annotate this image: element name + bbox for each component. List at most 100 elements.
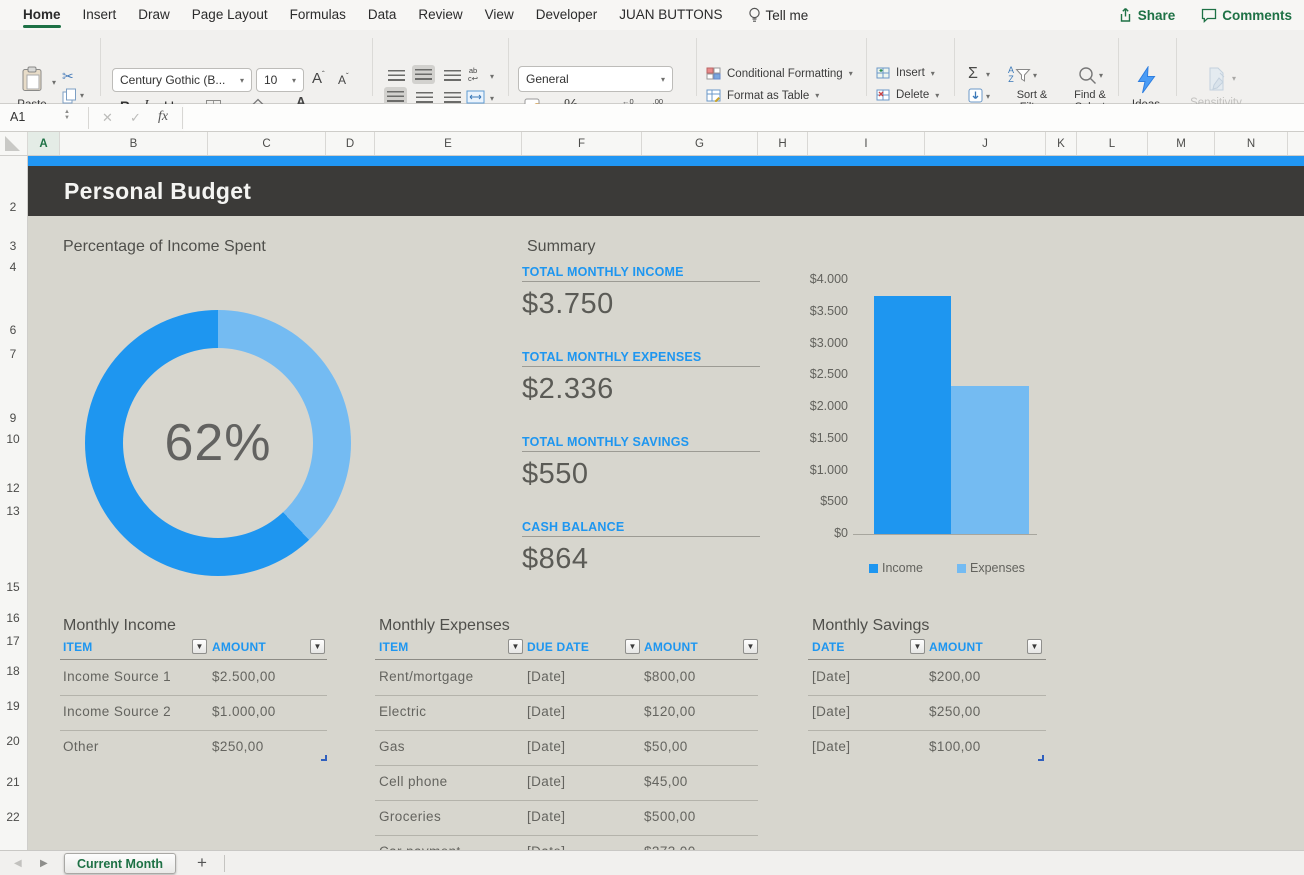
table-expenses-cell-r2c0[interactable]: Gas xyxy=(379,739,405,754)
font-size-dropdown[interactable]: 10▾ xyxy=(256,68,304,92)
column-header-g[interactable]: G xyxy=(642,132,758,155)
increase-font-button[interactable]: Aˆ xyxy=(312,70,325,87)
filter-button-expenses-2[interactable]: ▼ xyxy=(743,639,758,654)
table-savings-cell-r0c0[interactable]: [Date] xyxy=(812,669,850,684)
summary-value-0[interactable]: $3.750 xyxy=(522,288,614,321)
table-expenses-cell-r3c2[interactable]: $45,00 xyxy=(644,774,688,789)
filter-button-income-0[interactable]: ▼ xyxy=(192,639,207,654)
fx-icon[interactable]: fx xyxy=(158,109,168,125)
number-format-dropdown[interactable]: General▾ xyxy=(518,66,673,92)
row-header-15[interactable]: 15 xyxy=(0,580,26,594)
align-top-icon[interactable] xyxy=(388,70,405,81)
table-resize-handle-income[interactable] xyxy=(321,755,327,761)
column-header-f[interactable]: F xyxy=(522,132,642,155)
table-savings-cell-r0c1[interactable]: $200,00 xyxy=(929,669,981,684)
menu-tab-developer[interactable]: Developer xyxy=(525,0,609,30)
row-header-6[interactable]: 6 xyxy=(0,323,26,337)
summary-value-1[interactable]: $2.336 xyxy=(522,373,614,406)
wrap-text-chevron[interactable]: ▾ xyxy=(490,72,494,81)
sheet-tab-current-month[interactable]: Current Month xyxy=(64,853,176,874)
conditional-formatting-button[interactable]: Conditional Formatting▾ xyxy=(706,67,853,80)
prev-sheet-arrow[interactable]: ◀ xyxy=(14,858,22,869)
row-header-13[interactable]: 13 xyxy=(0,504,26,518)
table-income-cell-r1c1[interactable]: $1.000,00 xyxy=(212,704,276,719)
align-bottom-icon[interactable] xyxy=(444,70,461,81)
menu-tab-juan-buttons[interactable]: JUAN BUTTONS xyxy=(608,0,733,30)
table-expenses-cell-r4c0[interactable]: Groceries xyxy=(379,809,441,824)
table-resize-handle-savings[interactable] xyxy=(1038,755,1044,761)
table-expenses-cell-r1c2[interactable]: $120,00 xyxy=(644,704,696,719)
table-expenses-cell-r2c2[interactable]: $50,00 xyxy=(644,739,688,754)
table-expenses-cell-r3c0[interactable]: Cell phone xyxy=(379,774,448,789)
name-box[interactable]: A1 xyxy=(10,110,25,124)
table-expenses-cell-r3c1[interactable]: [Date] xyxy=(527,774,565,789)
filter-button-expenses-0[interactable]: ▼ xyxy=(508,639,523,654)
menu-tab-page-layout[interactable]: Page Layout xyxy=(181,0,279,30)
table-savings-cell-r1c1[interactable]: $250,00 xyxy=(929,704,981,719)
column-header-c[interactable]: C xyxy=(208,132,326,155)
table-income-cell-r2c0[interactable]: Other xyxy=(63,739,99,754)
row-header-19[interactable]: 19 xyxy=(0,699,26,713)
table-savings-cell-r1c0[interactable]: [Date] xyxy=(812,704,850,719)
row-header-21[interactable]: 21 xyxy=(0,775,26,789)
table-expenses-cell-r1c0[interactable]: Electric xyxy=(379,704,426,719)
menu-tab-view[interactable]: View xyxy=(474,0,525,30)
column-header-n[interactable]: N xyxy=(1215,132,1288,155)
column-header-h[interactable]: H xyxy=(758,132,808,155)
select-all-corner[interactable] xyxy=(0,132,28,155)
bar-income[interactable] xyxy=(874,296,951,534)
autosum-button[interactable]: Σ xyxy=(968,66,978,82)
table-expenses-cell-r2c1[interactable]: [Date] xyxy=(527,739,565,754)
row-header-18[interactable]: 18 xyxy=(0,664,26,678)
merge-center-chevron[interactable]: ▾ xyxy=(490,94,494,103)
summary-value-3[interactable]: $864 xyxy=(522,543,589,576)
align-center-icon[interactable] xyxy=(416,92,433,103)
row-header-3[interactable]: 3 xyxy=(0,239,26,253)
name-box-spinner[interactable]: ▲▼ xyxy=(64,109,70,121)
table-income-cell-r0c1[interactable]: $2.500,00 xyxy=(212,669,276,684)
paste-chevron[interactable]: ▾ xyxy=(52,78,56,87)
summary-value-2[interactable]: $550 xyxy=(522,458,589,491)
table-income-cell-r0c0[interactable]: Income Source 1 xyxy=(63,669,171,684)
filter-button-savings-1[interactable]: ▼ xyxy=(1027,639,1042,654)
row-header-2[interactable]: 2 xyxy=(0,200,26,214)
bar-expenses[interactable] xyxy=(951,386,1029,534)
table-income-cell-r1c0[interactable]: Income Source 2 xyxy=(63,704,171,719)
donut-chart[interactable]: 62% xyxy=(85,310,351,576)
filter-button-expenses-1[interactable]: ▼ xyxy=(625,639,640,654)
wrap-text-icon[interactable]: abc↩ xyxy=(468,67,478,83)
menu-tab-formulas[interactable]: Formulas xyxy=(279,0,357,30)
autosum-chevron[interactable]: ▾ xyxy=(986,70,990,79)
fill-down-chevron[interactable]: ▾ xyxy=(986,92,990,101)
table-expenses-cell-r1c1[interactable]: [Date] xyxy=(527,704,565,719)
row-header-17[interactable]: 17 xyxy=(0,634,26,648)
menu-tab-draw[interactable]: Draw xyxy=(127,0,181,30)
row-header-7[interactable]: 7 xyxy=(0,347,26,361)
share-button[interactable]: Share xyxy=(1118,7,1176,23)
menu-tab-review[interactable]: Review xyxy=(407,0,473,30)
table-income-cell-r2c1[interactable]: $250,00 xyxy=(212,739,264,754)
row-header-16[interactable]: 16 xyxy=(0,611,26,625)
align-middle-icon[interactable] xyxy=(412,65,435,84)
table-expenses-cell-r4c2[interactable]: $500,00 xyxy=(644,809,696,824)
column-header-e[interactable]: E xyxy=(375,132,522,155)
column-header-a[interactable]: A xyxy=(28,132,60,155)
column-header-l[interactable]: L xyxy=(1077,132,1148,155)
align-right-icon[interactable] xyxy=(444,92,461,103)
tell-me[interactable]: Tell me xyxy=(748,7,809,24)
table-savings-cell-r2c1[interactable]: $100,00 xyxy=(929,739,981,754)
table-savings-cell-r2c0[interactable]: [Date] xyxy=(812,739,850,754)
next-sheet-arrow[interactable]: ▶ xyxy=(40,858,48,869)
menu-tab-home[interactable]: Home xyxy=(12,0,72,30)
add-sheet-button[interactable]: + xyxy=(190,851,214,875)
column-header-i[interactable]: I xyxy=(808,132,925,155)
row-header-12[interactable]: 12 xyxy=(0,481,26,495)
column-header-b[interactable]: B xyxy=(60,132,208,155)
table-expenses-cell-r0c2[interactable]: $800,00 xyxy=(644,669,696,684)
row-header-4[interactable]: 4 xyxy=(0,260,26,274)
table-expenses-cell-r0c1[interactable]: [Date] xyxy=(527,669,565,684)
formula-input[interactable] xyxy=(184,104,1304,131)
row-header-9[interactable]: 9 xyxy=(0,411,26,425)
cut-button[interactable]: ✂ xyxy=(62,68,74,85)
font-name-dropdown[interactable]: Century Gothic (B...▾ xyxy=(112,68,252,92)
